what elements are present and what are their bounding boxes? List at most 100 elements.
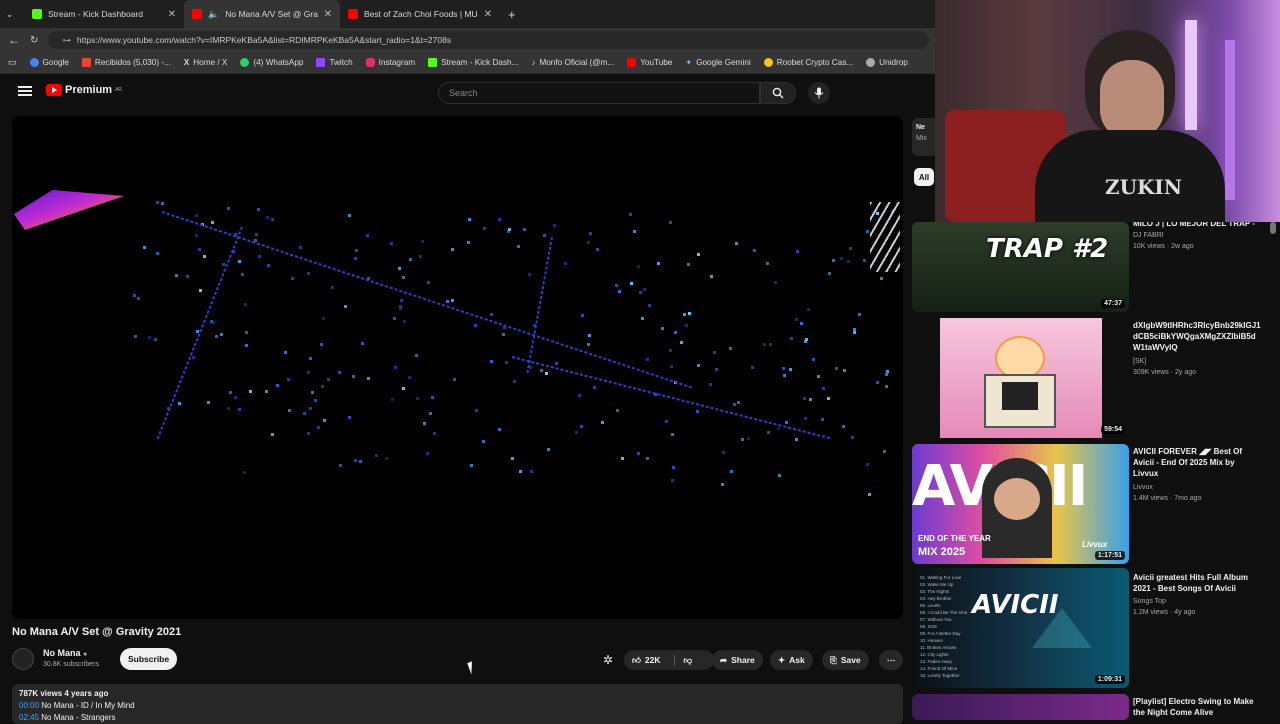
visual-pixel <box>808 398 812 402</box>
dislike-icon[interactable]: 👎︎ <box>674 654 692 666</box>
video-title: No Mana A/V Set @ Gravity 2021 <box>12 626 182 638</box>
bookmark-tiktok[interactable]: ♪ Monfo Oficial (@m... <box>531 58 614 67</box>
visual-pixel <box>322 317 326 321</box>
like-icon[interactable]: 👍︎ <box>632 655 641 666</box>
visual-pixel <box>483 226 487 230</box>
visual-pixel <box>734 242 738 246</box>
save-button[interactable]: ⎘ Save <box>822 650 869 670</box>
hamburger-menu-icon[interactable] <box>18 86 32 96</box>
visual-pixel <box>425 452 429 456</box>
visual-pixel <box>390 397 394 401</box>
voice-search-button[interactable] <box>808 82 830 104</box>
timestamp-link[interactable]: 00:00 <box>19 701 39 710</box>
reload-icon[interactable]: ↻ <box>30 35 38 46</box>
bookmark-gemini[interactable]: ✦ Google Gemini <box>685 58 750 67</box>
close-icon[interactable]: ✕ <box>168 9 176 20</box>
like-dislike-group: 👍︎ 22K 👎︎ <box>624 650 714 670</box>
bookmark-roobet[interactable]: Roobet Crypto Cas... <box>763 58 853 67</box>
bookmark-youtube[interactable]: YouTube <box>627 58 672 67</box>
channel-name[interactable]: No Mana ● <box>43 648 87 658</box>
tab-zach-choi[interactable]: Best of Zach Choi Foods | MUKBA ✕ <box>340 0 500 28</box>
bookmark-gmail[interactable]: Recibidos (5,030) -... <box>81 58 171 67</box>
tab-list-button[interactable]: ⌄ <box>0 0 24 28</box>
recommendation-item[interactable]: AVICII END OF THE YEAR MIX 2025 Livvux 1… <box>912 444 1272 568</box>
recommendation-item[interactable]: 01. Waiting For Love 02. Wake Me Up 03. Th… <box>912 568 1272 692</box>
bookmark-unidrop[interactable]: Unidrop <box>866 58 908 67</box>
url-field[interactable]: ⊶ https://www.youtube.com/watch?v=IMRPKe… <box>48 31 929 49</box>
search-button[interactable] <box>760 82 796 104</box>
visual-pixel <box>528 272 532 276</box>
visual-pixel <box>288 408 292 412</box>
channel-avatar[interactable] <box>12 648 34 670</box>
visual-pixel <box>762 343 766 347</box>
bookmark-google[interactable]: Google <box>29 58 69 67</box>
search-input[interactable]: Search <box>438 82 760 104</box>
visual-pixel <box>820 417 824 421</box>
site-info-icon[interactable]: ⊶ <box>62 35 71 46</box>
close-icon[interactable]: ✕ <box>484 9 492 20</box>
visual-pixel <box>736 400 740 404</box>
visual-pixel <box>668 348 672 352</box>
premium-sparkle-icon[interactable]: ✲ <box>603 653 613 667</box>
visual-pixel <box>409 257 413 261</box>
recommendation-item[interactable]: 59:54 dXlgbW9tIHRhc3RlcyBnb29kIGJ1dCB5ci… <box>912 318 1272 442</box>
video-player[interactable] <box>12 116 903 619</box>
share-button[interactable]: ➦ Share <box>712 650 763 670</box>
visual-pixel <box>656 262 660 266</box>
visual-pixel <box>306 432 310 436</box>
visual-pixel <box>306 271 310 275</box>
video-thumbnail[interactable]: TRAP #2 47:37 <box>912 222 1129 312</box>
visual-pixel <box>393 317 397 321</box>
visual-pixel <box>596 248 600 252</box>
bookmark-whatsapp[interactable]: (4) WhatsApp <box>240 58 303 67</box>
apps-icon[interactable]: ▭ <box>8 57 17 68</box>
visual-pixel <box>226 206 230 210</box>
visual-pixel <box>788 368 792 372</box>
recommendation-item[interactable]: [Playlist] Electro Swing to Make the Nig… <box>912 694 1272 720</box>
recommendation-meta: 10K views · 2w ago <box>1133 243 1194 250</box>
youtube-premium-logo[interactable]: Premium AR <box>46 84 122 96</box>
visual-pixel <box>432 431 436 435</box>
video-thumbnail[interactable]: 59:54 <box>912 318 1129 438</box>
subscribe-button[interactable]: Subscribe <box>120 648 178 670</box>
visual-pixel <box>257 208 261 212</box>
video-thumbnail[interactable] <box>912 694 1129 720</box>
x-icon: X <box>183 58 190 67</box>
visual-pixel <box>669 220 673 224</box>
visual-pixel <box>468 218 472 222</box>
bookmark-kick[interactable]: Stream - Kick Dash... <box>428 58 518 67</box>
like-count[interactable]: 22K <box>645 655 661 665</box>
description-box[interactable]: 787K views 4 years ago 00:00 No Mana - I… <box>12 684 903 724</box>
tab-no-mana[interactable]: 🔈 No Mana A/V Set @ Gravity 2 ✕ <box>184 0 340 28</box>
video-thumbnail[interactable]: AVICII END OF THE YEAR MIX 2025 Livvux 1… <box>912 444 1129 564</box>
ask-button[interactable]: ✦ Ask <box>770 650 813 670</box>
sidebar-scrollbar[interactable] <box>1270 222 1276 234</box>
visual-pixel <box>237 260 241 264</box>
visual-pixel <box>586 342 590 346</box>
mouse-cursor <box>467 659 481 675</box>
bookmark-instagram[interactable]: Instagram <box>365 58 415 67</box>
more-actions-button[interactable]: ⋯ <box>879 650 903 670</box>
visual-pixel <box>847 260 851 264</box>
visual-pixel <box>802 396 806 400</box>
timestamp-link[interactable]: 02:45 <box>19 713 39 722</box>
duration-badge: 47:37 <box>1101 299 1125 308</box>
visual-pixel <box>852 328 856 332</box>
filter-chip-all[interactable]: All <box>914 168 934 186</box>
video-thumbnail[interactable]: 01. Waiting For Love 02. Wake Me Up 03. Th… <box>912 568 1129 688</box>
visual-pixel <box>796 250 800 254</box>
tab-kick-dashboard[interactable]: Stream - Kick Dashboard ✕ <box>24 0 184 28</box>
bookmark-twitch[interactable]: Twitch <box>316 58 353 67</box>
new-tab-button[interactable]: + <box>500 0 524 28</box>
visual-pixel <box>366 233 370 237</box>
visual-pixel <box>466 240 470 244</box>
visual-pixel <box>203 255 207 259</box>
back-icon[interactable]: ← <box>8 33 20 47</box>
visual-pixel <box>554 362 558 366</box>
bookmark-x[interactable]: X Home / X <box>184 58 227 67</box>
close-icon[interactable]: ✕ <box>324 9 332 20</box>
speaker-icon[interactable]: 🔈 <box>208 9 219 20</box>
visual-pixel <box>452 378 456 382</box>
visual-pixel <box>827 397 831 401</box>
visual-pixel <box>284 351 288 355</box>
